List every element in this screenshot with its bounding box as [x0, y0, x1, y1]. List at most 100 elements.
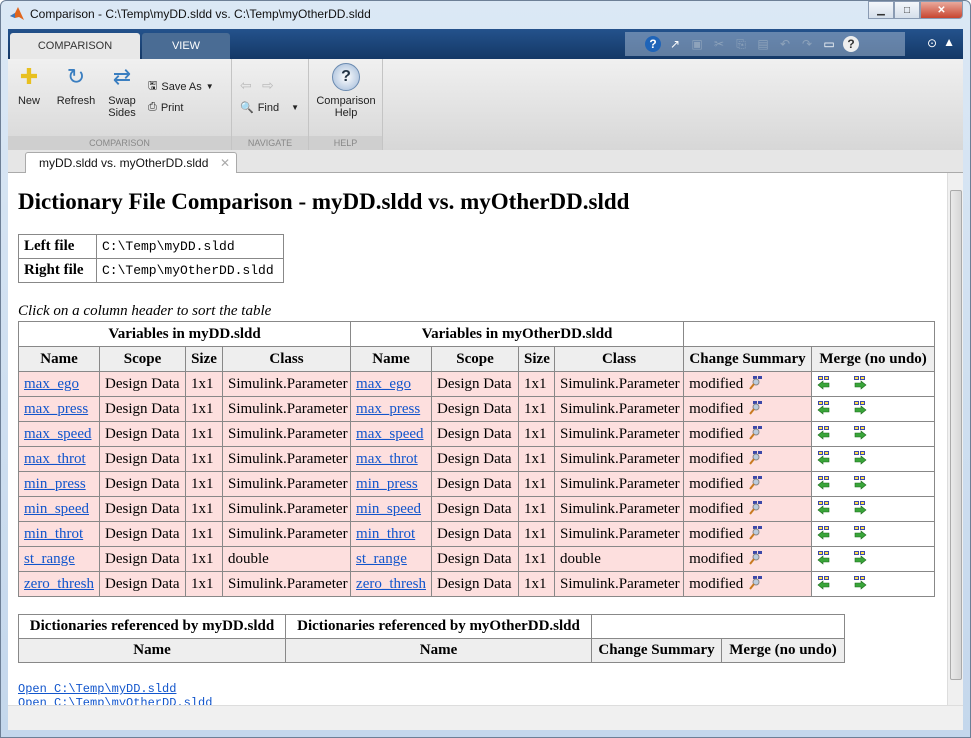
variable-link[interactable]: min_speed — [24, 501, 89, 517]
close-button[interactable]: ✕ — [920, 1, 963, 19]
column-header-merge[interactable]: Merge (no undo) — [811, 346, 936, 372]
minimize-button[interactable]: ▁ — [868, 1, 894, 19]
copy-icon[interactable]: ⎘ — [733, 36, 749, 52]
compare-magnifier-icon[interactable] — [749, 575, 763, 590]
variable-link[interactable]: st_range — [24, 551, 75, 567]
variable-link[interactable]: max_ego — [356, 376, 411, 392]
size-cell: 1x1 — [518, 371, 556, 397]
sort-hint: Click on a column header to sort the tab… — [18, 303, 272, 319]
variable-link[interactable]: zero_thresh — [356, 576, 426, 592]
close-tab-icon[interactable]: ✕ — [220, 156, 230, 170]
column-header-change-summary[interactable]: Change Summary — [683, 346, 813, 372]
column-header-size[interactable]: Size — [185, 346, 223, 372]
tab-view[interactable]: VIEW — [142, 33, 230, 59]
document-tab[interactable]: myDD.sldd vs. myOtherDD.sldd ✕ — [25, 152, 237, 174]
compare-magnifier-icon[interactable] — [749, 375, 763, 390]
find-button[interactable]: 🔍 Find ▼ — [240, 101, 299, 115]
shortcut-icon[interactable]: ↗ — [667, 36, 683, 52]
open-left-link[interactable]: Open C:\Temp\myDD.sldd — [18, 682, 176, 696]
variable-link[interactable]: max_throt — [24, 451, 86, 467]
help-doc-icon[interactable]: ? — [843, 36, 859, 52]
tab-comparison[interactable]: COMPARISON — [10, 33, 140, 59]
column-header-name[interactable]: Name — [18, 346, 100, 372]
variable-link[interactable]: min_throt — [24, 526, 83, 542]
variable-link[interactable]: min_press — [24, 476, 86, 492]
redo-icon[interactable]: ↷ — [799, 36, 815, 52]
merge-to-right-icon[interactable] — [853, 475, 867, 490]
merge-to-left-icon[interactable] — [817, 375, 831, 390]
column-header-class[interactable]: Class — [221, 346, 352, 372]
merge-to-right-icon[interactable] — [853, 400, 867, 415]
vertical-scrollbar[interactable] — [947, 173, 963, 705]
variable-link[interactable]: max_speed — [24, 426, 91, 442]
next-arrow-icon[interactable]: ⇨ — [262, 77, 274, 94]
variable-link[interactable]: min_throt — [356, 526, 415, 542]
merge-to-right-icon[interactable] — [853, 525, 867, 540]
print-button[interactable]: ⎙ Print — [148, 101, 183, 114]
variable-link[interactable]: st_range — [356, 551, 407, 567]
merge-to-right-icon[interactable] — [853, 550, 867, 565]
merge-to-left-icon[interactable] — [817, 450, 831, 465]
merge-to-left-icon[interactable] — [817, 550, 831, 565]
compare-magnifier-icon[interactable] — [749, 450, 763, 465]
variable-link[interactable]: min_speed — [356, 501, 421, 517]
column-header-scope[interactable]: Scope — [431, 346, 520, 372]
help-icon[interactable]: ? — [645, 36, 661, 52]
compare-magnifier-icon[interactable] — [749, 475, 763, 490]
swap-sides-button[interactable]: ⇄ Swap Sides — [104, 63, 140, 119]
variable-link[interactable]: max_press — [24, 401, 88, 417]
merge-to-right-icon[interactable] — [853, 375, 867, 390]
merge-cell — [811, 421, 936, 447]
compare-magnifier-icon[interactable] — [749, 525, 763, 540]
compare-magnifier-icon[interactable] — [749, 550, 763, 565]
merge-to-left-icon[interactable] — [817, 575, 831, 590]
variable-link[interactable]: zero_thresh — [24, 576, 94, 592]
merge-to-left-icon[interactable] — [817, 475, 831, 490]
variable-link[interactable]: max_speed — [356, 426, 423, 442]
compare-magnifier-icon[interactable] — [749, 425, 763, 440]
compare-magnifier-icon[interactable] — [749, 400, 763, 415]
column-header-name[interactable]: Name — [18, 638, 286, 663]
column-header-name[interactable]: Name — [285, 638, 592, 663]
variable-link[interactable]: min_press — [356, 476, 418, 492]
column-header-scope[interactable]: Scope — [99, 346, 186, 372]
table-row: min_throt Design Data 1x1 Simulink.Paramete… — [18, 521, 936, 547]
save-as-button[interactable]: 🖫 Save As ▼ — [148, 77, 214, 96]
merge-to-right-icon[interactable] — [853, 500, 867, 515]
merge-to-left-icon[interactable] — [817, 525, 831, 540]
compare-magnifier-icon[interactable] — [749, 500, 763, 515]
variable-link[interactable]: max_throt — [356, 451, 418, 467]
merge-to-right-icon[interactable] — [853, 450, 867, 465]
scrollbar-thumb[interactable] — [950, 190, 962, 680]
maximize-button[interactable]: □ — [894, 1, 920, 19]
title-bar: Comparison - C:\Temp\myDD.sldd vs. C:\Te… — [0, 0, 971, 28]
comparison-help-button[interactable]: ? Comparison Help — [313, 63, 379, 119]
change-summary-text: modified — [689, 525, 744, 542]
right-refs-header: Dictionaries referenced by myOtherDD.sld… — [285, 614, 592, 639]
undo-icon[interactable]: ↶ — [777, 36, 793, 52]
size-cell: 1x1 — [518, 471, 556, 497]
window-layout-icon[interactable]: ▭ — [821, 36, 837, 52]
column-header-merge[interactable]: Merge (no undo) — [721, 638, 845, 663]
previous-arrow-icon[interactable]: ⇦ — [240, 77, 252, 94]
column-header-change-summary[interactable]: Change Summary — [591, 638, 722, 663]
merge-to-right-icon[interactable] — [853, 425, 867, 440]
column-header-size[interactable]: Size — [518, 346, 556, 372]
cut-icon[interactable]: ✂ — [711, 36, 727, 52]
variable-link[interactable]: max_press — [356, 401, 420, 417]
paste-icon[interactable]: ▤ — [755, 36, 771, 52]
options-dropdown-icon[interactable]: ⊙ — [927, 36, 937, 50]
merge-to-left-icon[interactable] — [817, 500, 831, 515]
merge-to-right-icon[interactable] — [853, 575, 867, 590]
merge-to-left-icon[interactable] — [817, 400, 831, 415]
merge-to-left-icon[interactable] — [817, 425, 831, 440]
column-header-class[interactable]: Class — [554, 346, 685, 372]
collapse-ribbon-icon[interactable]: ▲ — [943, 35, 955, 49]
refresh-button[interactable]: ↻ Refresh — [54, 63, 98, 107]
variable-link[interactable]: max_ego — [24, 376, 79, 392]
save-icon[interactable]: ▣ — [689, 36, 705, 52]
new-button[interactable]: ✚ New — [14, 63, 44, 107]
open-right-link[interactable]: Open C:\Temp\myOtherDD.sldd — [18, 696, 212, 705]
column-header-name[interactable]: Name — [350, 346, 433, 372]
matlab-logo-icon — [10, 7, 24, 20]
